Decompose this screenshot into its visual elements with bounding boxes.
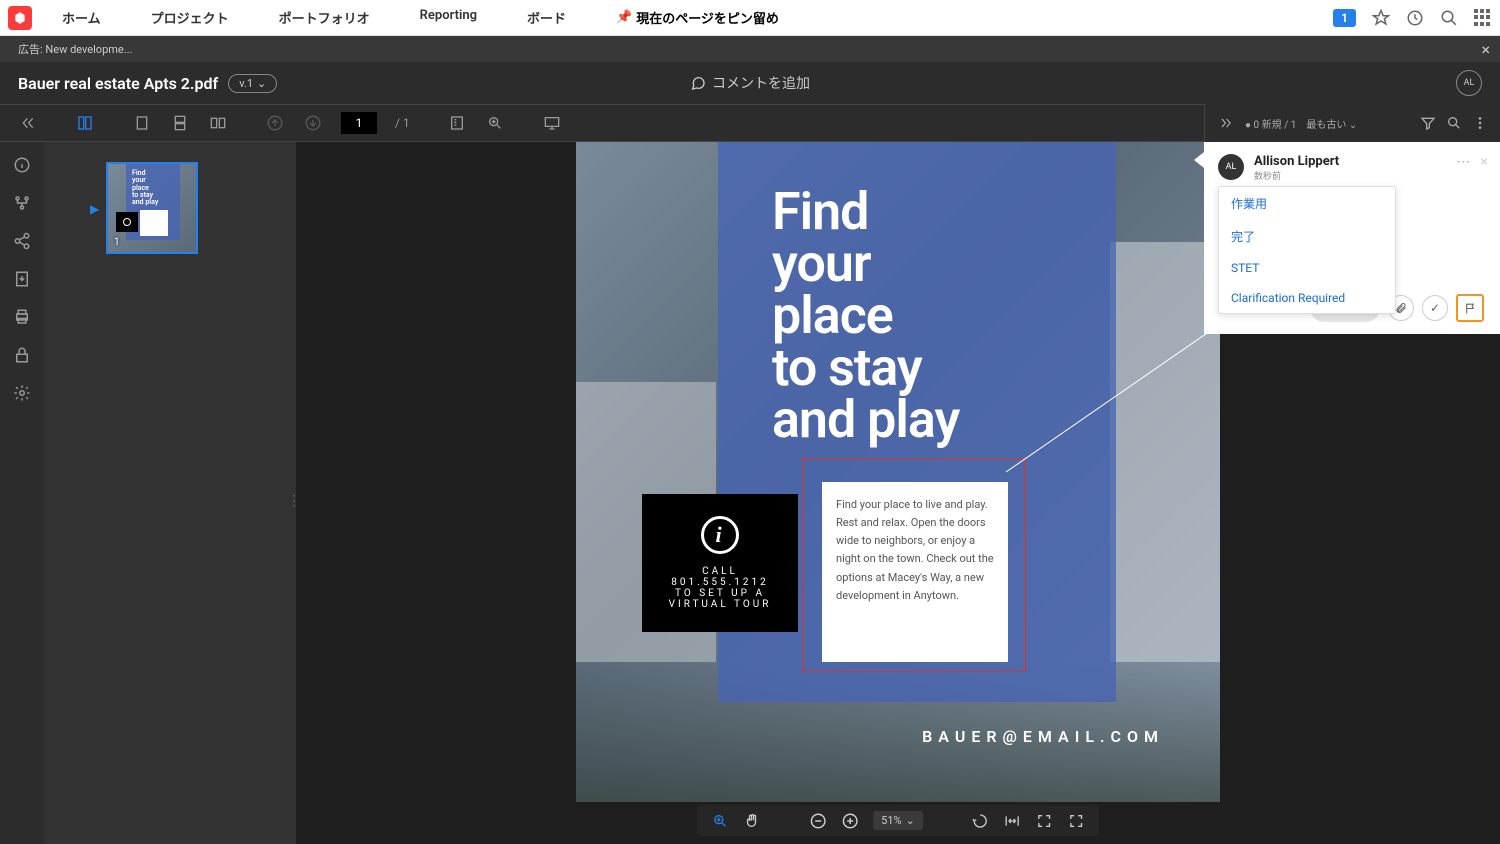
chevron-down-icon: ⌄ — [257, 77, 266, 90]
document-page: Find your place to stay and play i CALL … — [576, 142, 1220, 802]
share-icon[interactable] — [13, 232, 31, 250]
hand-tool-button[interactable] — [743, 812, 761, 830]
zoom-level-label: 51% — [881, 814, 901, 827]
tab-close-button[interactable]: × — [1481, 40, 1490, 59]
presentation-button[interactable] — [542, 113, 562, 133]
chevron-down-icon: ⌄ — [906, 814, 915, 827]
top-nav: ホーム プロジェクト ポートフォリオ Reporting ボード 📌 現在のペー… — [0, 0, 1500, 36]
page-thumbnail[interactable]: Find your place to stay and play 1 — [106, 162, 198, 254]
version-selector[interactable]: v.1 ⌄ — [228, 74, 277, 93]
share-tree-icon[interactable] — [13, 194, 31, 212]
comment-icon — [690, 75, 706, 91]
info-icon[interactable] — [13, 156, 31, 174]
menu-item-work[interactable]: 作業用 — [1219, 187, 1395, 220]
rotate-button[interactable] — [971, 812, 989, 830]
download-icon[interactable] — [13, 270, 31, 288]
page-total-label: / 1 — [395, 116, 410, 130]
nav-pin[interactable]: 📌 現在のページをピン留め — [616, 8, 779, 27]
comments-sort[interactable]: 最も古い ⌄ — [1306, 116, 1357, 131]
next-page-button[interactable] — [303, 113, 323, 133]
search-comments-icon[interactable] — [1446, 115, 1462, 131]
user-avatar[interactable]: AL — [1456, 70, 1482, 96]
thumb-page-number: 1 — [114, 237, 120, 248]
filter-icon[interactable] — [1420, 115, 1436, 131]
fit-width-button[interactable] — [1003, 812, 1021, 830]
more-icon[interactable] — [1472, 115, 1488, 131]
search-icon[interactable] — [1440, 9, 1458, 27]
single-page-button[interactable] — [132, 113, 152, 133]
nav-projects[interactable]: プロジェクト — [151, 8, 229, 27]
comment-card[interactable]: AL Allison Lippert 数秒前 ⋯ × 作業用 完了 STET C… — [1204, 142, 1500, 334]
comment-close-button[interactable]: × — [1481, 154, 1488, 170]
nav-board[interactable]: ボード — [527, 8, 566, 27]
comment-pointer-icon — [1194, 152, 1204, 168]
info-circle-icon: i — [701, 516, 739, 554]
document-title: Bauer real estate Apts 2.pdf — [18, 74, 218, 93]
thumbnail-panel: ▶ Find your place to stay and play 1 ⋮ — [44, 142, 296, 844]
call-box: i CALL 801.555.1212 TO SET UP A VIRTUAL … — [642, 494, 798, 632]
title-bar: Bauer real estate Apts 2.pdf v.1 ⌄ コメントを… — [0, 62, 1500, 104]
pin-icon: 📌 — [616, 10, 632, 25]
zoom-controls: 51% ⌄ — [697, 805, 1099, 836]
nav-pin-label: 現在のページをピン留め — [636, 8, 779, 27]
comment-avatar: AL — [1218, 154, 1244, 180]
email-footer: BAUER@EMAIL.COM — [922, 727, 1164, 746]
add-comment-button[interactable]: コメントを追加 — [690, 73, 810, 93]
prev-page-button[interactable] — [265, 113, 285, 133]
fit-page-button[interactable] — [1035, 812, 1053, 830]
body-text-box: Find your place to live and play. Rest a… — [822, 482, 1008, 662]
comments-status: ● 0 新規 / 1 — [1245, 116, 1296, 131]
nav-portfolio[interactable]: ポートフォリオ — [279, 8, 370, 27]
star-icon[interactable] — [1372, 9, 1390, 27]
flag-button[interactable] — [1456, 294, 1484, 322]
resolve-button[interactable]: ✓ — [1422, 295, 1448, 321]
measure-button[interactable] — [447, 113, 467, 133]
add-comment-label: コメントを追加 — [712, 73, 810, 93]
zoom-level-selector[interactable]: 51% ⌄ — [873, 811, 923, 830]
print-icon[interactable] — [13, 308, 31, 326]
page-number-input[interactable] — [341, 112, 377, 134]
zoom-in-button[interactable] — [841, 812, 859, 830]
call-line4: VIRTUAL TOUR — [669, 599, 772, 610]
history-icon[interactable] — [1406, 9, 1424, 27]
thumbnails-button[interactable] — [75, 113, 95, 133]
tab-bar: 広告: New developme... × — [0, 36, 1500, 62]
call-line2: 801.555.1212 — [671, 577, 768, 588]
call-line1: CALL — [702, 566, 738, 577]
headline-text: Find your place to stay and play — [772, 186, 959, 446]
version-label: v.1 — [239, 77, 253, 90]
nav-home[interactable]: ホーム — [62, 8, 101, 27]
apps-grid-icon[interactable] — [1474, 9, 1492, 27]
menu-item-done[interactable]: 完了 — [1219, 220, 1395, 253]
thumb-headline: Find your place to stay and play — [132, 170, 158, 207]
comments-toolbar: ● 0 新規 / 1 最も古い ⌄ — [1204, 104, 1500, 142]
comment-panel: AL Allison Lippert 数秒前 ⋯ × 作業用 完了 STET C… — [1204, 142, 1500, 334]
comment-time: 数秒前 — [1254, 169, 1339, 182]
comment-more-button[interactable]: ⋯ — [1457, 154, 1471, 170]
compare-button[interactable] — [208, 113, 228, 133]
settings-icon[interactable] — [13, 384, 31, 402]
zoom-out-button[interactable] — [809, 812, 827, 830]
magnify-button[interactable] — [485, 113, 505, 133]
menu-item-stet[interactable]: STET — [1219, 253, 1395, 283]
zoom-tool-button[interactable] — [711, 812, 729, 830]
fullscreen-button[interactable] — [1067, 812, 1085, 830]
document-tab[interactable]: 広告: New developme... — [12, 41, 138, 57]
comment-status-menu: 作業用 完了 STET Clarification Required — [1218, 186, 1396, 314]
nav-reporting[interactable]: Reporting — [420, 8, 477, 27]
comment-author: Allison Lippert — [1254, 154, 1339, 169]
menu-item-clarification[interactable]: Clarification Required — [1219, 283, 1395, 313]
left-rail — [0, 142, 44, 844]
call-line3: TO SET UP A — [675, 588, 765, 599]
thumb-indicator-icon: ▶ — [90, 202, 99, 216]
lock-icon[interactable] — [13, 346, 31, 364]
continuous-page-button[interactable] — [170, 113, 190, 133]
app-logo[interactable] — [8, 6, 32, 30]
collapse-sidebar-button[interactable] — [18, 113, 38, 133]
collapse-comments-button[interactable] — [1217, 114, 1235, 132]
notification-badge[interactable]: 1 — [1333, 9, 1356, 27]
